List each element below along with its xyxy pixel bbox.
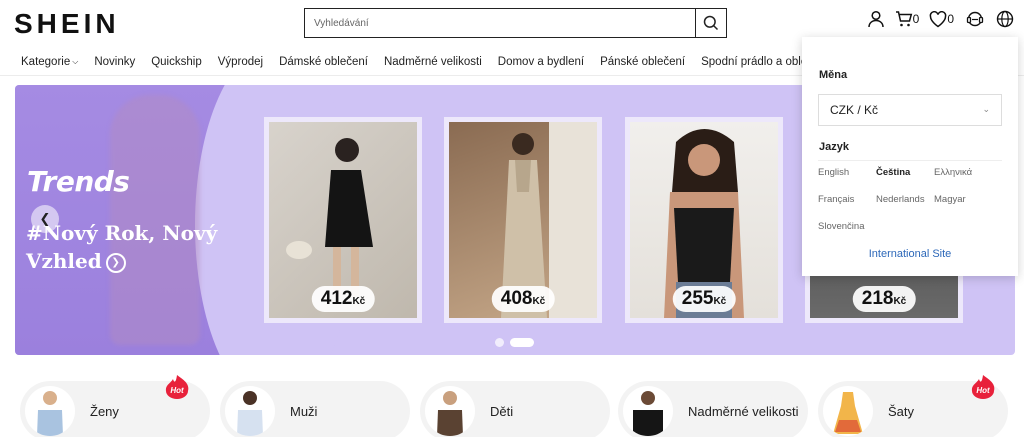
search-button[interactable] [695,9,726,37]
product-price: 408Kč [491,286,555,312]
region-dropdown: Měna CZK / Kč ⌄ Jazyk English Čeština Ελ… [802,37,1018,276]
price-value: 255 [681,288,714,309]
nav-item-quickship[interactable]: Quickship [151,56,202,68]
search-bar [304,8,727,38]
nav-item-plus-size[interactable]: Nadměrné velikosti [384,56,482,68]
language-option[interactable]: Français [818,194,854,205]
language-option[interactable]: Slovenčina [818,221,864,232]
language-option-selected[interactable]: Čeština [876,167,910,178]
category-plus-size[interactable]: Nadměrné velikosti [618,381,808,437]
trends-logo: Trends [27,165,130,198]
category-label: Nadměrné velikosti [688,403,799,419]
language-option[interactable]: English [818,167,849,178]
account-button[interactable] [867,10,885,28]
svg-text:Hot: Hot [170,386,184,395]
chevron-down-icon: ⌄ [982,104,990,114]
globe-icon [996,10,1014,28]
svg-text:Hot: Hot [976,386,990,395]
category-image [623,386,673,436]
price-currency: Kč [352,296,366,307]
product-image: 255Kč [630,122,778,318]
region-button[interactable] [996,10,1014,28]
support-button[interactable] [966,10,984,28]
hot-badge-icon: Hot [165,375,189,399]
nav-item-home[interactable]: Domov a bydlení [498,56,584,68]
cart-count: 0 [912,12,920,26]
heart-icon [929,10,947,27]
category-label: Děti [490,403,514,419]
category-dresses[interactable]: Šaty Hot [818,375,1008,437]
price-currency: Kč [713,296,727,307]
category-label: Šaty [888,403,915,419]
cart-icon [895,11,912,27]
category-image [425,386,475,436]
hot-badge-icon: Hot [971,375,995,399]
banner-slogan[interactable]: #Nový Rok, Nový Vzhled ❯ [26,219,246,275]
category-image [225,386,275,436]
category-kids[interactable]: Děti [420,381,610,437]
search-icon [703,15,719,31]
category-row: Ženy Hot Muži Děti Nadměrné velikosti Ša… [20,375,1024,437]
category-image [25,386,75,436]
divider [818,160,1002,161]
currency-title: Měna [819,69,848,81]
nav-label: Kategorie [21,55,71,68]
product-card[interactable]: 412Kč [264,117,422,323]
product-card[interactable]: 255Kč [625,117,783,323]
product-image: 408Kč [449,122,597,318]
language-option[interactable]: Nederlands [876,194,925,205]
header-actions: 0 0 [867,10,1014,28]
product-image: 412Kč [269,122,417,318]
search-input[interactable] [305,9,695,37]
product-card[interactable]: 408Kč [444,117,602,323]
carousel-dots [495,338,534,347]
international-site-link[interactable]: International Site [802,248,1018,260]
product-price: 218Kč [852,286,916,312]
language-title: Jazyk [819,141,849,153]
chevron-down-icon: ⌵ [72,56,79,66]
carousel-prev-button[interactable]: ❮ [31,205,59,233]
language-option[interactable]: Ελληνικά [934,167,972,178]
category-image [823,386,873,436]
category-label: Ženy [90,403,119,419]
price-currency: Kč [893,296,907,307]
nav-item-women[interactable]: Dámské oblečení [279,56,368,68]
wishlist-button[interactable]: 0 [929,10,954,28]
nav-item-sale[interactable]: Výprodej [218,56,263,68]
product-price: 255Kč [672,286,736,312]
category-men[interactable]: Muži [220,381,410,437]
arrow-right-icon: ❯ [105,252,126,273]
headset-icon [966,11,984,27]
price-currency: Kč [532,296,546,307]
nav-item-new[interactable]: Novinky [94,56,135,68]
currency-select[interactable]: CZK / Kč ⌄ [818,94,1002,126]
category-women[interactable]: Ženy Hot [20,375,210,437]
language-option[interactable]: Magyar [934,194,966,205]
wishlist-count: 0 [947,12,954,26]
carousel-dot-active[interactable] [510,338,534,347]
cart-button[interactable]: 0 [895,10,920,28]
price-value: 412 [320,288,353,309]
chevron-left-icon: ❮ [39,211,51,226]
carousel-dot[interactable] [495,338,504,347]
price-value: 218 [861,288,894,309]
user-icon [867,10,884,28]
nav-item-men[interactable]: Pánské oblečení [600,56,685,68]
shein-logo[interactable]: SHEIN [14,8,120,40]
currency-value: CZK / Kč [830,103,879,117]
nav-item-categories[interactable]: Kategorie ⌵ [21,56,78,68]
product-price: 412Kč [311,286,375,312]
category-label: Muži [290,403,318,419]
price-value: 408 [500,288,533,309]
